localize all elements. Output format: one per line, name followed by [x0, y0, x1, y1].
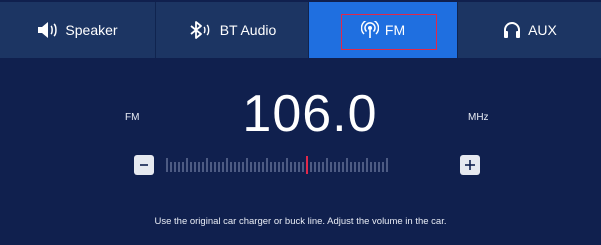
- speaker-icon: [37, 21, 59, 39]
- frequency-down-button[interactable]: [134, 155, 154, 175]
- tab-fm-label: FM: [384, 22, 406, 38]
- plus-icon: [465, 160, 475, 170]
- bluetooth-icon: [188, 20, 214, 40]
- radio-icon: [360, 21, 379, 39]
- headphones-icon: [502, 21, 522, 39]
- tab-bt-audio-label: BT Audio: [219, 22, 277, 38]
- tab-speaker-label: Speaker: [65, 22, 118, 38]
- tab-speaker[interactable]: Speaker: [0, 2, 156, 58]
- frequency-unit-label: MHz: [468, 112, 489, 123]
- frequency-display: 106.0: [242, 85, 378, 143]
- band-label: FM: [125, 112, 140, 123]
- fm-transmitter-screen: Speaker BT Audio FM AUX FM 106.0 MHz Use…: [0, 0, 601, 245]
- tab-fm[interactable]: FM: [309, 2, 458, 58]
- tab-aux[interactable]: AUX: [458, 2, 601, 58]
- source-tabbar: Speaker BT Audio FM AUX: [0, 2, 601, 58]
- frequency-tuning-scale[interactable]: [165, 156, 395, 176]
- usage-hint-text: Use the original car charger or buck lin…: [154, 216, 447, 227]
- minus-icon: [140, 164, 148, 166]
- frequency-up-button[interactable]: [460, 155, 480, 175]
- tab-aux-label: AUX: [528, 22, 557, 38]
- tab-bt-audio[interactable]: BT Audio: [156, 2, 309, 58]
